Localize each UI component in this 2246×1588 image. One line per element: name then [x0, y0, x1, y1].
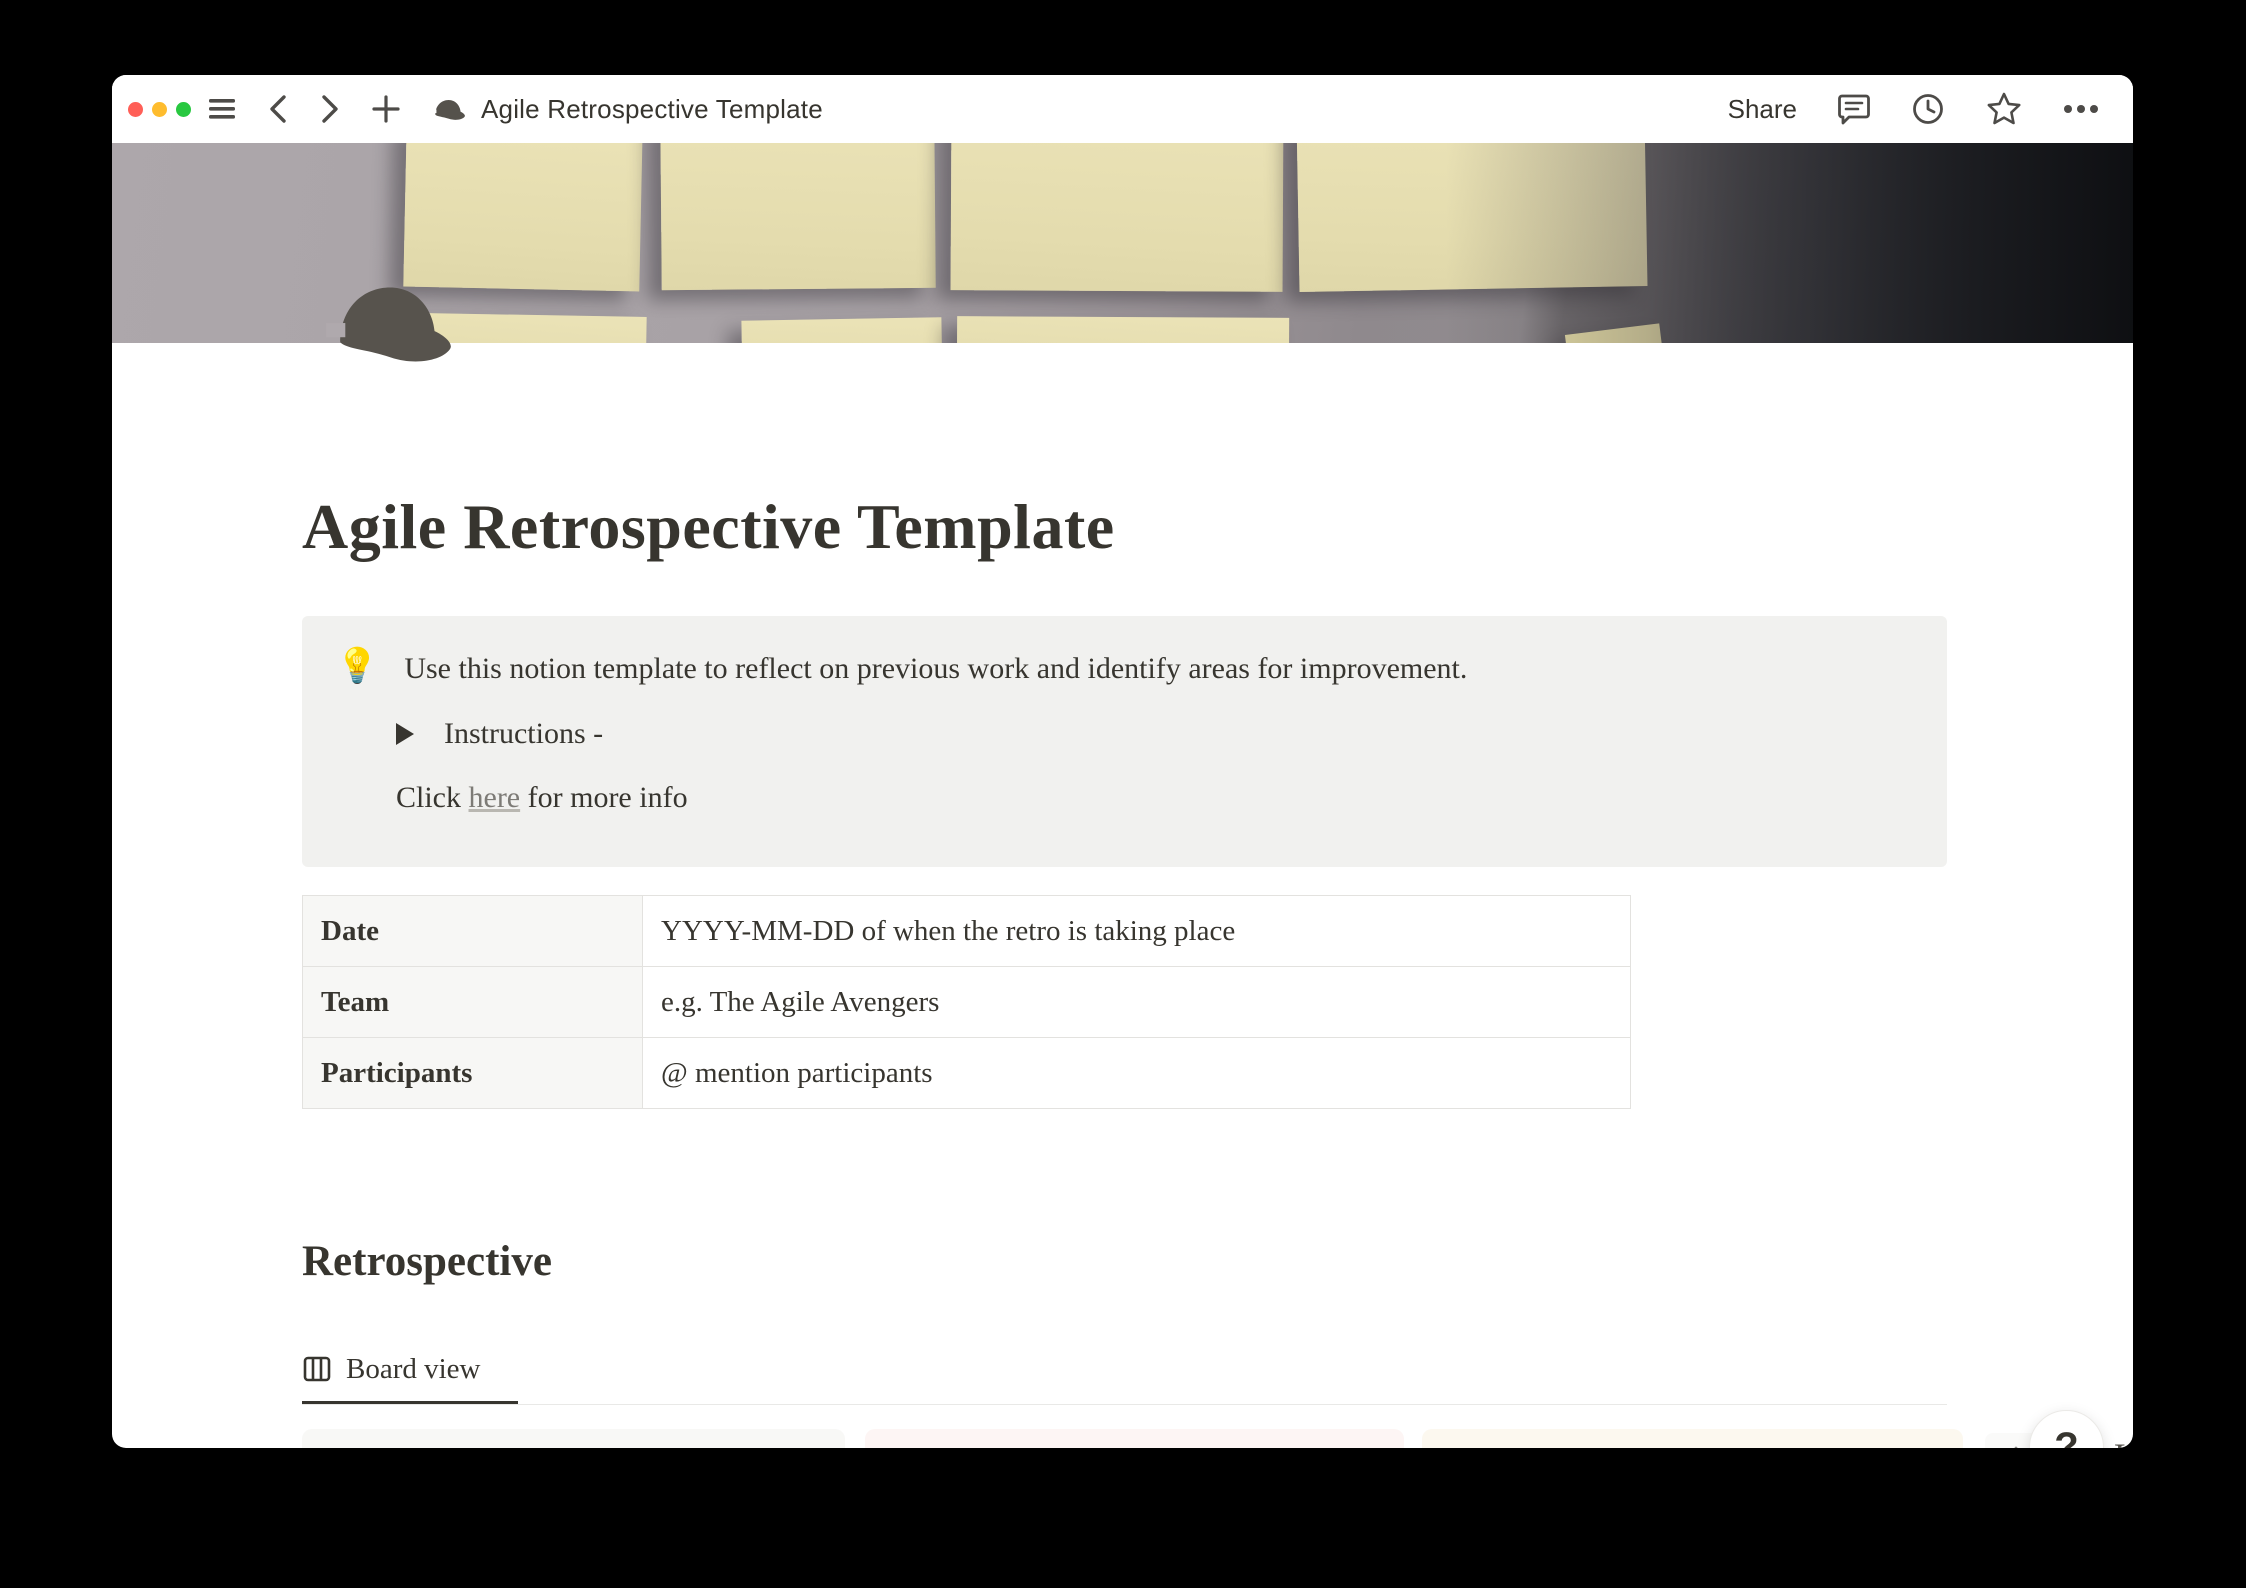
lightbulb-icon: 💡 [336, 646, 378, 687]
row-label-team[interactable]: Team [303, 967, 643, 1037]
board-tabs: Board view [302, 1343, 1947, 1405]
more-info-line: Click here for more info [396, 781, 1911, 815]
more-info-prefix: Click [396, 781, 469, 814]
board-column-what-went-wrong[interactable]: WHAT WENT WRONG 2 [865, 1429, 1404, 1448]
more-info-suffix: for more info [520, 781, 687, 814]
row-value-date[interactable]: YYYY-MM-DD of when the retro is taking p… [643, 896, 1630, 966]
page-icon-cap[interactable] [324, 275, 466, 367]
traffic-lights [128, 102, 191, 117]
zoom-window-button[interactable] [176, 102, 191, 117]
here-link[interactable]: here [469, 781, 521, 814]
updates-clock-icon[interactable] [1911, 92, 1945, 126]
plus-icon [2001, 1444, 2031, 1448]
screenshot-stage: Agile Retrospective Template Share [0, 0, 2246, 1588]
table-row: Team e.g. The Agile Avengers [303, 967, 1630, 1038]
board-column-what-we-learned[interactable]: WHAT WE LEARNED 2 [1422, 1429, 1963, 1448]
section-heading: Retrospective [302, 1237, 552, 1286]
callout-block[interactable]: 💡 Use this notion template to reflect on… [302, 616, 1947, 867]
window-title: Agile Retrospective Template [481, 94, 823, 125]
help-button[interactable]: ? [2029, 1410, 2104, 1448]
forward-icon[interactable] [319, 93, 341, 125]
board-view-icon [302, 1354, 332, 1384]
hamburger-menu-icon[interactable] [207, 96, 237, 122]
row-value-participants[interactable]: @ mention participants [643, 1038, 1630, 1108]
cap-page-icon [431, 96, 469, 122]
properties-table: Date YYYY-MM-DD of when the retro is tak… [302, 895, 1631, 1109]
table-row: Date YYYY-MM-DD of when the retro is tak… [303, 896, 1630, 967]
page-title[interactable]: Agile Retrospective Template [302, 490, 1943, 564]
toggle-label: Instructions - [444, 717, 603, 751]
new-tab-icon[interactable] [371, 94, 401, 124]
notion-window: Agile Retrospective Template Share [112, 75, 2133, 1448]
tab-divider [302, 1404, 1947, 1405]
tab-label: Board view [346, 1353, 481, 1386]
tab-board-view[interactable]: Board view [302, 1343, 1947, 1395]
minimize-window-button[interactable] [152, 102, 167, 117]
row-label-date[interactable]: Date [303, 896, 643, 966]
truncated-text: H [2114, 1435, 2133, 1448]
close-window-button[interactable] [128, 102, 143, 117]
more-ellipsis-icon[interactable] [2063, 104, 2099, 114]
back-icon[interactable] [267, 93, 289, 125]
row-value-team[interactable]: e.g. The Agile Avengers [643, 967, 1630, 1037]
row-label-participants[interactable]: Participants [303, 1038, 643, 1108]
table-row: Participants @ mention participants [303, 1038, 1630, 1109]
board-column-what-went-right[interactable]: WHAT WENT RIGHT 2 [302, 1429, 845, 1448]
titlebar: Agile Retrospective Template Share [112, 75, 2133, 143]
instructions-toggle[interactable]: Instructions - [396, 717, 1911, 751]
share-button[interactable]: Share [1728, 94, 1797, 125]
favorite-star-icon[interactable] [1985, 91, 2023, 127]
callout-text: Use this notion template to reflect on p… [404, 646, 1467, 691]
toggle-triangle-icon[interactable] [396, 723, 414, 745]
comments-icon[interactable] [1837, 92, 1871, 126]
